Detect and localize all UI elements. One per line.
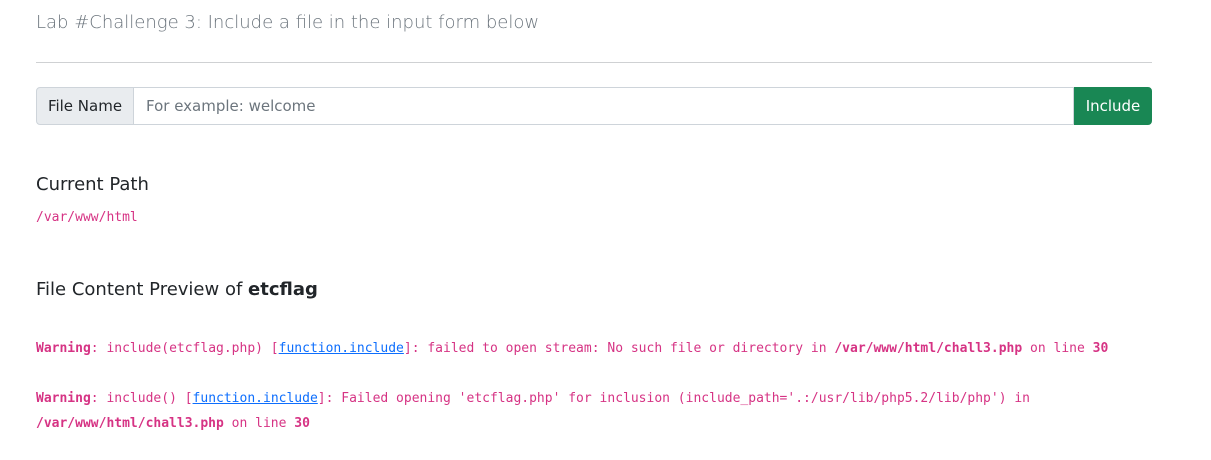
- page: Lab #Challenge 3: Include a file in the …: [0, 0, 1211, 460]
- warning-message: Warning: include() [function.include]: F…: [36, 386, 1152, 436]
- divider: [36, 62, 1152, 63]
- preview-heading: File Content Preview of etcflag: [36, 278, 318, 302]
- preview-filename: etcflag: [248, 279, 318, 300]
- warning-file-path: /var/www/html/chall3.php: [36, 416, 224, 431]
- warning-text: ]: Failed opening 'etcflag.php' for incl…: [317, 391, 1031, 406]
- lab-title: Lab #Challenge 3: Include a file in the …: [36, 12, 540, 33]
- function-include-link[interactable]: function.include: [193, 391, 318, 406]
- warning-label: Warning: [36, 341, 91, 356]
- warning-label: Warning: [36, 391, 91, 406]
- current-path-value: /var/www/html: [36, 210, 138, 225]
- include-form: File Name Include: [36, 87, 1152, 125]
- warning-text: : include() [: [90, 391, 193, 406]
- file-name-label: File Name: [36, 87, 134, 125]
- warning-text: : include(etcflag.php) [: [90, 341, 279, 356]
- warning-text: on line: [223, 416, 295, 431]
- current-path-heading: Current Path: [36, 174, 149, 195]
- warning-message: Warning: include(etcflag.php) [function.…: [36, 336, 1152, 361]
- warning-line-number: 30: [1092, 341, 1109, 356]
- warning-text: ]: failed to open stream: No such file o…: [403, 341, 835, 356]
- warning-file-path: /var/www/html/chall3.php: [834, 341, 1023, 356]
- warning-text: on line: [1022, 341, 1093, 356]
- warning-line-number: 30: [294, 416, 310, 431]
- include-button[interactable]: Include: [1074, 87, 1152, 125]
- file-name-input[interactable]: [134, 87, 1074, 125]
- warning-list: Warning: include(etcflag.php) [function.…: [36, 336, 1152, 460]
- function-include-link[interactable]: function.include: [279, 341, 404, 356]
- preview-heading-prefix: File Content Preview of: [36, 279, 243, 300]
